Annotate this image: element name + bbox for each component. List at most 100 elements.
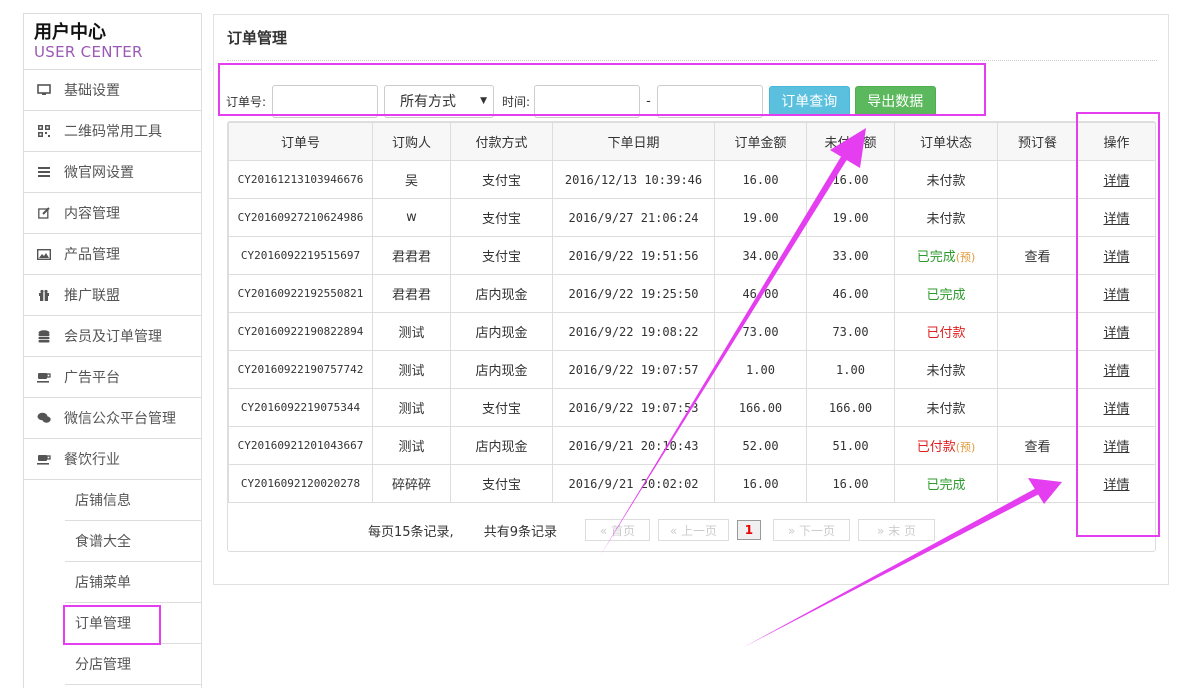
status-text: 未付款 bbox=[926, 402, 966, 417]
order-id-cell: CY2016092219515697 bbox=[228, 236, 373, 275]
sidebar-item[interactable]: 推广联盟 bbox=[24, 275, 201, 316]
preorder-cell bbox=[997, 464, 1078, 503]
column-header: 付款方式 bbox=[450, 122, 553, 161]
order-date-cell: 2016/9/21 20:10:43 bbox=[552, 426, 715, 465]
order-id-cell: CY20160922192550821 bbox=[228, 274, 373, 313]
sidebar-subitem[interactable]: 店铺信息 bbox=[65, 480, 201, 521]
pay-method-cell: 店内现金 bbox=[450, 426, 553, 465]
order-id-cell: CY2016092219075344 bbox=[228, 388, 373, 427]
order-date-cell: 2016/9/27 21:06:24 bbox=[552, 198, 715, 237]
sidebar-item[interactable]: 微官网设置 bbox=[24, 152, 201, 193]
unpaid-cell: 19.00 bbox=[806, 198, 895, 237]
order-id-cell: CY20160921201043667 bbox=[228, 426, 373, 465]
status-cell: 未付款 bbox=[894, 350, 998, 389]
sidebar-nav: 基础设置 二维码常用工具 微官网设置内容管理产品管理 推广联盟 会员及订单管理广告平台微… bbox=[24, 70, 201, 480]
prev-page-button[interactable]: « 上一页 bbox=[657, 519, 729, 541]
sidebar-item-label: 广告平台 bbox=[64, 370, 120, 386]
gift-icon bbox=[24, 289, 64, 301]
order-date-cell: 2016/9/21 20:02:02 bbox=[552, 464, 715, 503]
total-records-text: 共有9条记录 bbox=[483, 524, 557, 540]
buyer-cell: 测试 bbox=[372, 388, 451, 427]
status-text: 已完成 bbox=[926, 288, 966, 303]
cup-icon bbox=[24, 454, 64, 465]
order-id-cell: CY20160922190757742 bbox=[228, 350, 373, 389]
orders-table: 订单号 订购人 付款方式 下单日期 订单金额 未付金额 订单状态 预订餐 操作 CY201612… bbox=[228, 122, 1156, 503]
column-header: 订单金额 bbox=[714, 122, 807, 161]
sidebar-item[interactable]: 基础设置 bbox=[24, 70, 201, 111]
preorder-cell bbox=[997, 388, 1078, 427]
unpaid-cell: 16.00 bbox=[806, 160, 895, 199]
order-date-cell: 2016/12/13 10:39:46 bbox=[552, 160, 715, 199]
column-header: 未付金额 bbox=[806, 122, 895, 161]
sidebar-item[interactable]: 微信公众平台管理 bbox=[24, 398, 201, 439]
preorder-cell bbox=[997, 160, 1078, 199]
cup-icon bbox=[24, 372, 64, 383]
sidebar-item[interactable]: 广告平台 bbox=[24, 357, 201, 398]
sidebar-item-label: 微信公众平台管理 bbox=[64, 411, 176, 427]
preorder-cell bbox=[997, 274, 1078, 313]
status-cell: 已完成 bbox=[894, 464, 998, 503]
preorder-cell: 查看 bbox=[997, 426, 1078, 465]
table-row: CY20160922190822894 测试 店内现金 2016/9/22 19:08… bbox=[228, 312, 1156, 351]
status-text: 已完成 bbox=[926, 478, 966, 493]
sidebar-item[interactable]: 会员及订单管理 bbox=[24, 316, 201, 357]
pay-method-cell: 支付宝 bbox=[450, 388, 553, 427]
pay-method-cell: 支付宝 bbox=[450, 198, 553, 237]
image-icon bbox=[24, 248, 64, 260]
unpaid-cell: 1.00 bbox=[806, 350, 895, 389]
unpaid-cell: 166.00 bbox=[806, 388, 895, 427]
action-column-highlight bbox=[1076, 112, 1160, 537]
amount-cell: 73.00 bbox=[714, 312, 807, 351]
current-page[interactable]: 1 bbox=[736, 520, 761, 540]
sidebar-subitem[interactable]: 食谱大全 bbox=[65, 521, 201, 562]
amount-cell: 34.00 bbox=[714, 236, 807, 275]
pay-method-cell: 支付宝 bbox=[450, 236, 553, 275]
status-cell: 未付款 bbox=[894, 160, 998, 199]
search-bar-highlight bbox=[218, 63, 986, 116]
edit-icon bbox=[24, 207, 64, 219]
pay-method-cell: 店内现金 bbox=[450, 312, 553, 351]
sidebar-item[interactable]: 二维码常用工具 bbox=[24, 111, 201, 152]
sidebar-item-label: 餐饮行业 bbox=[64, 452, 120, 468]
order-date-cell: 2016/9/22 19:07:57 bbox=[552, 350, 715, 389]
unpaid-cell: 73.00 bbox=[806, 312, 895, 351]
sidebar-item-label: 内容管理 bbox=[64, 206, 120, 222]
column-header: 订购人 bbox=[372, 122, 451, 161]
view-preorder-link[interactable]: 查看 bbox=[1024, 440, 1050, 455]
order-date-cell: 2016/9/22 19:08:22 bbox=[552, 312, 715, 351]
table-body: CY20161213103946676 吴支付宝 2016/12/13 10:39:… bbox=[228, 160, 1156, 503]
amount-cell: 166.00 bbox=[714, 388, 807, 427]
qrcode-icon bbox=[24, 125, 64, 137]
order-id-cell: CY2016092120020278 bbox=[228, 464, 373, 503]
preorder-badge: (预) bbox=[955, 251, 976, 264]
first-page-button[interactable]: « 首页 bbox=[584, 519, 650, 541]
unpaid-cell: 51.00 bbox=[806, 426, 895, 465]
table-row: CY2016092120020278 碎碎碎 支付宝 2016/9/21 20:02:… bbox=[228, 464, 1156, 503]
order-date-cell: 2016/9/22 19:25:50 bbox=[552, 274, 715, 313]
view-preorder-link[interactable]: 查看 bbox=[1024, 250, 1050, 265]
table-row: CY20160921201043667 测试 店内现金 2016/9/21 20:10… bbox=[228, 426, 1156, 465]
next-page-button[interactable]: » 下一页 bbox=[772, 519, 850, 541]
divider bbox=[227, 60, 1157, 61]
amount-cell: 52.00 bbox=[714, 426, 807, 465]
brand: 用户中心 USER CENTER bbox=[24, 13, 201, 70]
table-row: CY2016092219075344 测试 支付宝 2016/9/22 19:07:5… bbox=[228, 388, 1156, 427]
status-text: 未付款 bbox=[926, 174, 966, 189]
orders-table-box: 订单号 订购人 付款方式 下单日期 订单金额 未付金额 订单状态 预订餐 操作 CY201612… bbox=[227, 121, 1156, 552]
sidebar-subitem[interactable]: 店铺菜单 bbox=[65, 562, 201, 603]
page-title: 订单管理 bbox=[227, 29, 288, 47]
preorder-badge: (预) bbox=[955, 441, 976, 454]
sidebar-item[interactable]: 产品管理 bbox=[24, 234, 201, 275]
preorder-cell bbox=[997, 312, 1078, 351]
amount-cell: 1.00 bbox=[714, 350, 807, 389]
sidebar-subnav: 店铺信息 食谱大全 店铺菜单 订单管理 分店管理 bbox=[24, 480, 201, 685]
per-page-text: 每页15条记录, bbox=[368, 524, 454, 540]
pay-method-cell: 支付宝 bbox=[450, 160, 553, 199]
sidebar-item[interactable]: 餐饮行业 bbox=[24, 439, 201, 480]
status-cell: 未付款 bbox=[894, 388, 998, 427]
pay-method-cell: 店内现金 bbox=[450, 350, 553, 389]
sidebar-subitem[interactable]: 分店管理 bbox=[65, 644, 201, 685]
sidebar-item[interactable]: 内容管理 bbox=[24, 193, 201, 234]
menu-lines-icon bbox=[24, 167, 64, 177]
last-page-button[interactable]: » 末 页 bbox=[857, 519, 935, 541]
